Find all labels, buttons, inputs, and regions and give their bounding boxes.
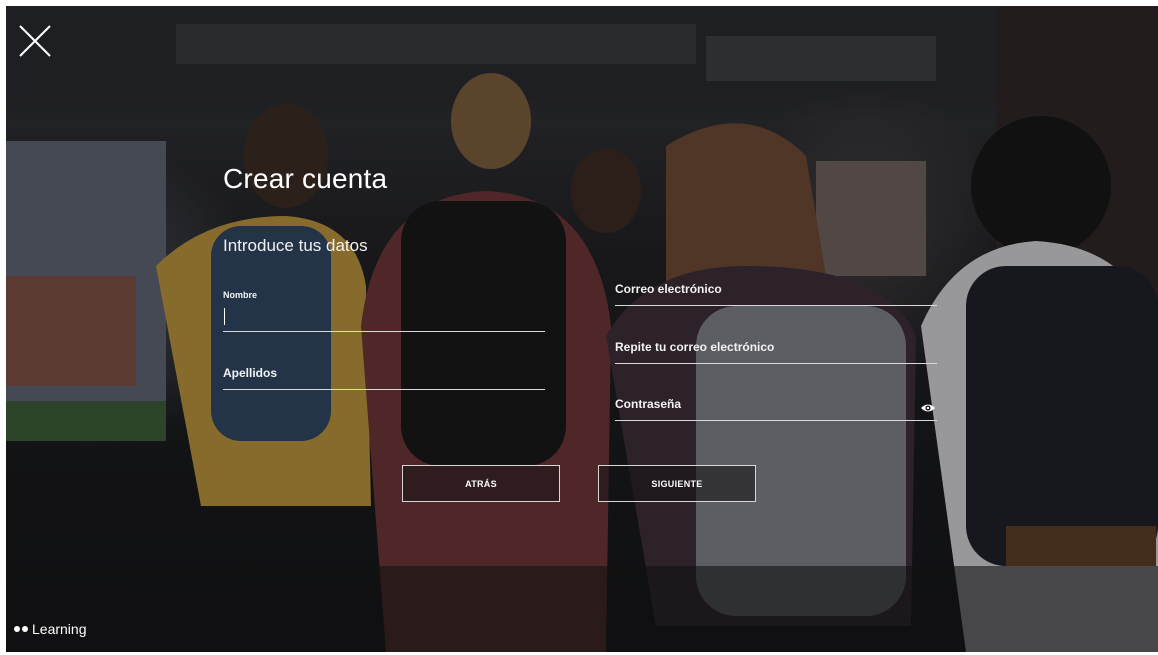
- eye-icon[interactable]: [920, 401, 936, 413]
- nombre-field[interactable]: Nombre: [223, 288, 545, 334]
- logo-dots-icon: [14, 626, 28, 632]
- dark-overlay: [6, 6, 1158, 652]
- correo-label: Correo electrónico: [615, 282, 722, 296]
- brand-logo: Learning: [14, 621, 87, 637]
- apellidos-underline: [223, 389, 545, 390]
- password-label: Contraseña: [615, 397, 682, 411]
- apellidos-field[interactable]: Apellidos: [223, 364, 545, 392]
- close-icon[interactable]: [18, 24, 52, 58]
- next-button[interactable]: SIGUIENTE: [598, 465, 756, 502]
- page-title: Crear cuenta: [223, 163, 388, 194]
- page-subtitle: Introduce tus datos: [223, 236, 368, 255]
- password-underline: [615, 420, 937, 421]
- correo-repeat-label: Repite tu correo electrónico: [615, 340, 775, 354]
- brand-name: Learning: [32, 621, 87, 637]
- background-frame: Crear cuenta Introduce tus datos Nombre …: [6, 6, 1158, 652]
- text-cursor: [224, 308, 225, 325]
- apellidos-label: Apellidos: [223, 366, 278, 380]
- password-field[interactable]: Contraseña: [615, 395, 937, 423]
- correo-repeat-underline: [615, 363, 937, 364]
- back-button[interactable]: ATRÁS: [402, 465, 560, 502]
- nombre-underline: [223, 331, 545, 332]
- correo-field[interactable]: Correo electrónico: [615, 280, 937, 308]
- correo-repeat-field[interactable]: Repite tu correo electrónico: [615, 338, 937, 366]
- correo-underline: [615, 305, 937, 306]
- nombre-label: Nombre: [223, 290, 258, 300]
